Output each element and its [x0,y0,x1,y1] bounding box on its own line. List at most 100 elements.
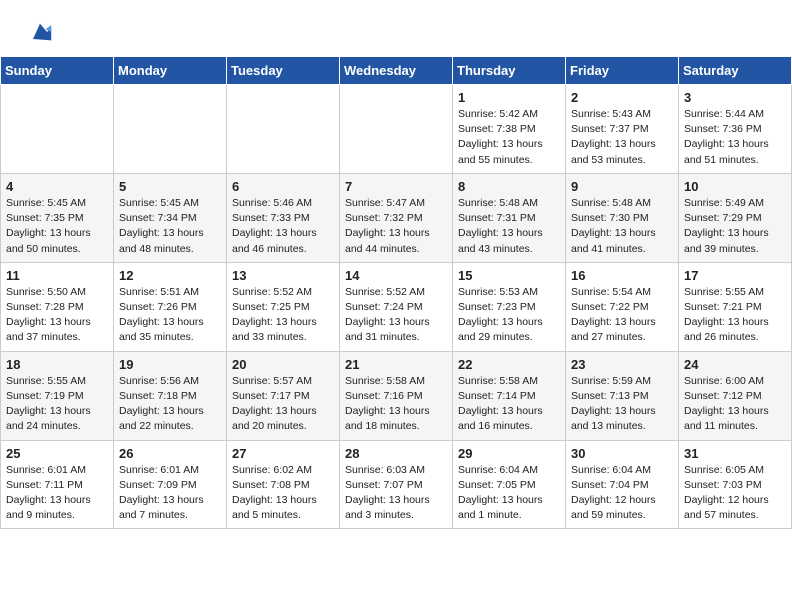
day-info: Sunrise: 6:02 AM Sunset: 7:08 PM Dayligh… [232,463,334,524]
day-info: Sunrise: 5:45 AM Sunset: 7:34 PM Dayligh… [119,196,221,257]
day-number: 17 [684,268,786,283]
calendar-cell [114,85,227,174]
day-info: Sunrise: 5:47 AM Sunset: 7:32 PM Dayligh… [345,196,447,257]
calendar-cell: 13 Sunrise: 5:52 AM Sunset: 7:25 PM Dayli… [227,262,340,351]
day-number: 10 [684,179,786,194]
day-info: Sunrise: 5:52 AM Sunset: 7:25 PM Dayligh… [232,285,334,346]
weekday-header-friday: Friday [566,57,679,85]
day-info: Sunrise: 5:48 AM Sunset: 7:30 PM Dayligh… [571,196,673,257]
calendar-cell: 11 Sunrise: 5:50 AM Sunset: 7:28 PM Dayli… [1,262,114,351]
calendar-header-row: SundayMondayTuesdayWednesdayThursdayFrid… [1,57,792,85]
day-number: 12 [119,268,221,283]
calendar-cell: 20Sunrise: 5:57 AM Sunset: 7:17 PM Dayli… [227,351,340,440]
day-info: Sunrise: 5:49 AM Sunset: 7:29 PM Dayligh… [684,196,786,257]
calendar-cell: 12 Sunrise: 5:51 AM Sunset: 7:26 PM Dayli… [114,262,227,351]
calendar-cell: 28Sunrise: 6:03 AM Sunset: 7:07 PM Dayli… [340,440,453,529]
calendar-cell: 23 Sunrise: 5:59 AM Sunset: 7:13 PM Dayli… [566,351,679,440]
calendar-cell: 21Sunrise: 5:58 AM Sunset: 7:16 PM Dayli… [340,351,453,440]
day-info: Sunrise: 5:52 AM Sunset: 7:24 PM Dayligh… [345,285,447,346]
day-number: 25 [6,446,108,461]
day-number: 7 [345,179,447,194]
calendar-cell: 9 Sunrise: 5:48 AM Sunset: 7:30 PM Daylig… [566,173,679,262]
day-number: 26 [119,446,221,461]
day-number: 24 [684,357,786,372]
calendar-cell: 8Sunrise: 5:48 AM Sunset: 7:31 PM Daylig… [453,173,566,262]
day-info: Sunrise: 6:05 AM Sunset: 7:03 PM Dayligh… [684,463,786,524]
day-info: Sunrise: 5:50 AM Sunset: 7:28 PM Dayligh… [6,285,108,346]
day-number: 6 [232,179,334,194]
calendar-cell [340,85,453,174]
day-info: Sunrise: 6:00 AM Sunset: 7:12 PM Dayligh… [684,374,786,435]
calendar-cell: 7 Sunrise: 5:47 AM Sunset: 7:32 PM Daylig… [340,173,453,262]
logo [24,18,54,46]
day-info: Sunrise: 6:04 AM Sunset: 7:04 PM Dayligh… [571,463,673,524]
calendar-week-row: 1Sunrise: 5:42 AM Sunset: 7:38 PM Daylig… [1,85,792,174]
logo-icon [26,18,54,46]
calendar-cell [1,85,114,174]
calendar-cell: 26 Sunrise: 6:01 AM Sunset: 7:09 PM Dayli… [114,440,227,529]
day-info: Sunrise: 5:54 AM Sunset: 7:22 PM Dayligh… [571,285,673,346]
calendar-week-row: 18 Sunrise: 5:55 AM Sunset: 7:19 PM Dayli… [1,351,792,440]
calendar-week-row: 25 Sunrise: 6:01 AM Sunset: 7:11 PM Dayli… [1,440,792,529]
day-number: 16 [571,268,673,283]
calendar-cell [227,85,340,174]
calendar-cell: 6 Sunrise: 5:46 AM Sunset: 7:33 PM Daylig… [227,173,340,262]
weekday-header-thursday: Thursday [453,57,566,85]
day-number: 14 [345,268,447,283]
day-number: 9 [571,179,673,194]
calendar-cell: 2 Sunrise: 5:43 AM Sunset: 7:37 PM Daylig… [566,85,679,174]
day-number: 31 [684,446,786,461]
day-number: 18 [6,357,108,372]
day-number: 29 [458,446,560,461]
calendar-cell: 15Sunrise: 5:53 AM Sunset: 7:23 PM Dayli… [453,262,566,351]
calendar-cell: 5 Sunrise: 5:45 AM Sunset: 7:34 PM Daylig… [114,173,227,262]
calendar-cell: 18 Sunrise: 5:55 AM Sunset: 7:19 PM Dayli… [1,351,114,440]
calendar-cell: 17 Sunrise: 5:55 AM Sunset: 7:21 PM Dayli… [679,262,792,351]
day-info: Sunrise: 5:44 AM Sunset: 7:36 PM Dayligh… [684,107,786,168]
day-info: Sunrise: 5:59 AM Sunset: 7:13 PM Dayligh… [571,374,673,435]
calendar-cell: 22 Sunrise: 5:58 AM Sunset: 7:14 PM Dayli… [453,351,566,440]
calendar-week-row: 11 Sunrise: 5:50 AM Sunset: 7:28 PM Dayli… [1,262,792,351]
day-info: Sunrise: 5:55 AM Sunset: 7:19 PM Dayligh… [6,374,108,435]
day-info: Sunrise: 5:46 AM Sunset: 7:33 PM Dayligh… [232,196,334,257]
day-info: Sunrise: 6:01 AM Sunset: 7:11 PM Dayligh… [6,463,108,524]
day-info: Sunrise: 5:51 AM Sunset: 7:26 PM Dayligh… [119,285,221,346]
calendar-cell: 29 Sunrise: 6:04 AM Sunset: 7:05 PM Dayli… [453,440,566,529]
day-info: Sunrise: 5:42 AM Sunset: 7:38 PM Dayligh… [458,107,560,168]
calendar-table: SundayMondayTuesdayWednesdayThursdayFrid… [0,56,792,529]
calendar-cell: 1Sunrise: 5:42 AM Sunset: 7:38 PM Daylig… [453,85,566,174]
day-number: 19 [119,357,221,372]
day-number: 15 [458,268,560,283]
day-number: 11 [6,268,108,283]
calendar-cell: 31 Sunrise: 6:05 AM Sunset: 7:03 PM Dayli… [679,440,792,529]
day-number: 23 [571,357,673,372]
day-number: 22 [458,357,560,372]
day-info: Sunrise: 5:45 AM Sunset: 7:35 PM Dayligh… [6,196,108,257]
calendar-cell: 25 Sunrise: 6:01 AM Sunset: 7:11 PM Dayli… [1,440,114,529]
day-info: Sunrise: 5:57 AM Sunset: 7:17 PM Dayligh… [232,374,334,435]
day-info: Sunrise: 5:58 AM Sunset: 7:14 PM Dayligh… [458,374,560,435]
day-number: 28 [345,446,447,461]
calendar-body: 1Sunrise: 5:42 AM Sunset: 7:38 PM Daylig… [1,85,792,529]
calendar-week-row: 4 Sunrise: 5:45 AM Sunset: 7:35 PM Daylig… [1,173,792,262]
weekday-header-tuesday: Tuesday [227,57,340,85]
day-info: Sunrise: 5:43 AM Sunset: 7:37 PM Dayligh… [571,107,673,168]
day-number: 13 [232,268,334,283]
day-info: Sunrise: 5:55 AM Sunset: 7:21 PM Dayligh… [684,285,786,346]
day-info: Sunrise: 6:04 AM Sunset: 7:05 PM Dayligh… [458,463,560,524]
calendar-cell: 27Sunrise: 6:02 AM Sunset: 7:08 PM Dayli… [227,440,340,529]
calendar-cell: 19Sunrise: 5:56 AM Sunset: 7:18 PM Dayli… [114,351,227,440]
day-number: 2 [571,90,673,105]
day-info: Sunrise: 6:01 AM Sunset: 7:09 PM Dayligh… [119,463,221,524]
day-number: 30 [571,446,673,461]
weekday-header-sunday: Sunday [1,57,114,85]
weekday-header-saturday: Saturday [679,57,792,85]
day-info: Sunrise: 5:58 AM Sunset: 7:16 PM Dayligh… [345,374,447,435]
weekday-header-wednesday: Wednesday [340,57,453,85]
day-number: 8 [458,179,560,194]
day-number: 4 [6,179,108,194]
calendar-cell: 10 Sunrise: 5:49 AM Sunset: 7:29 PM Dayli… [679,173,792,262]
page-header [0,0,792,56]
calendar-cell: 30 Sunrise: 6:04 AM Sunset: 7:04 PM Dayli… [566,440,679,529]
day-number: 5 [119,179,221,194]
